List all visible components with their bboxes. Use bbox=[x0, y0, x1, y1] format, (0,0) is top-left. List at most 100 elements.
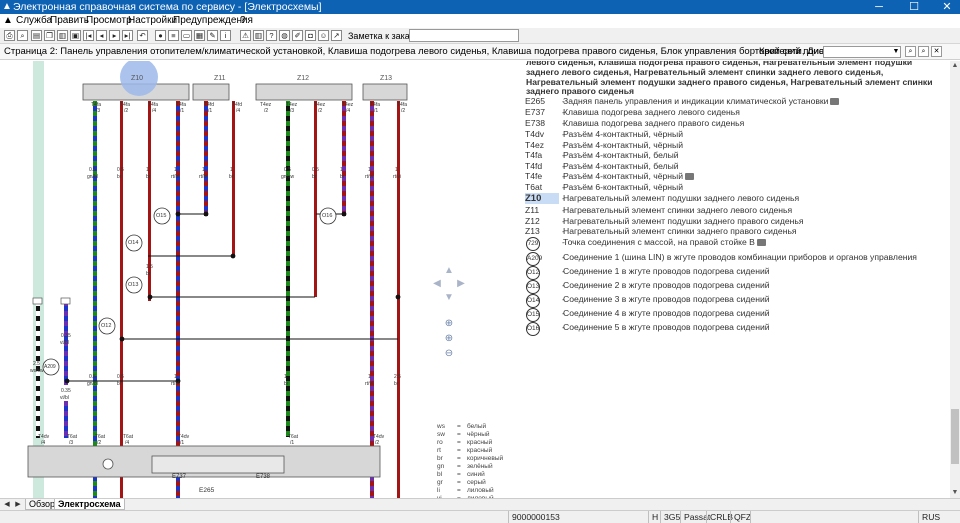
pan-up-icon[interactable]: ▲ bbox=[443, 265, 455, 277]
zoom-fit-icon[interactable]: ⊕ bbox=[443, 333, 455, 345]
wire-section: 1 bbox=[202, 167, 205, 173]
last-page-icon[interactable]: ▸| bbox=[122, 30, 133, 41]
legend-code: T4fe bbox=[525, 171, 543, 181]
wire-section: 0.35 bbox=[61, 333, 71, 339]
order-note-input[interactable] bbox=[409, 29, 519, 42]
connection-label-a209: A209 bbox=[44, 364, 56, 370]
wire-color: ws/sw bbox=[30, 368, 44, 374]
menu-view[interactable]: Просмотр bbox=[86, 14, 132, 28]
stop-icon[interactable]: ● bbox=[155, 30, 166, 41]
legend-desc: Соединение 3 в жгуте проводов подогрева … bbox=[563, 294, 770, 304]
tab-next-icon[interactable]: ▶ bbox=[13, 499, 23, 510]
legend-connection[interactable]: O15- Соединение 4 в жгуте проводов подогр… bbox=[525, 308, 945, 322]
pan-left-icon[interactable]: ◀ bbox=[431, 278, 443, 290]
menu-help[interactable]: ? bbox=[240, 14, 246, 28]
next-page-icon[interactable]: ▸ bbox=[109, 30, 120, 41]
connection-badge: A209 bbox=[526, 252, 542, 266]
bottom-pin-label: /4 bbox=[125, 440, 130, 446]
legend-code: E738 bbox=[525, 118, 546, 128]
wire-color: br bbox=[394, 381, 399, 387]
legend-item[interactable]: T6at - Разъём 6-контактный, чёрный bbox=[525, 182, 945, 193]
pan-down-icon[interactable]: ▼ bbox=[443, 292, 455, 304]
zoom-out-icon[interactable]: ⊖ bbox=[443, 348, 455, 360]
scroll-up-icon[interactable]: ▲ bbox=[950, 61, 960, 71]
camera-icon[interactable] bbox=[685, 173, 695, 181]
legend-code: T4fa bbox=[525, 150, 543, 160]
legend-item[interactable]: E265- Задняя панель управления и индикаци… bbox=[525, 96, 945, 107]
camera-icon[interactable] bbox=[756, 239, 766, 247]
legend-desc: Точка соединения с массой, на правой сто… bbox=[563, 237, 766, 248]
wire-section: 2.5 bbox=[33, 361, 40, 367]
legend-item[interactable]: T4fa - Разъём 4-контактный, белый bbox=[525, 150, 945, 161]
legend-desc: Соединение 2 в жгуте проводов подогрева … bbox=[563, 280, 770, 290]
menu-service[interactable]: Служба bbox=[16, 14, 52, 28]
arrow-icon[interactable]: ↗ bbox=[331, 30, 342, 41]
legend-item[interactable]: Z13- Нагревательный элемент спинки заднег… bbox=[525, 226, 945, 237]
wire-section: 2.5 bbox=[394, 374, 401, 380]
first-page-icon[interactable]: |◂ bbox=[83, 30, 94, 41]
maximize-button[interactable]: ☐ bbox=[903, 0, 925, 14]
grid-icon[interactable]: ▦ bbox=[194, 30, 205, 41]
help-icon[interactable]: ? bbox=[266, 30, 277, 41]
print-icon[interactable]: ⎙ bbox=[4, 30, 15, 41]
book-icon[interactable]: ▥ bbox=[57, 30, 68, 41]
legend-item[interactable]: T4fe - Разъём 4-контактный, чёрный bbox=[525, 171, 945, 182]
search-go-icon[interactable]: ⌕ bbox=[905, 46, 916, 57]
legend-connection[interactable]: A209- Соединение 1 (шина LIN) в жгуте про… bbox=[525, 252, 945, 266]
back-icon[interactable]: ↶ bbox=[137, 30, 148, 41]
wire-section: 1 bbox=[395, 167, 398, 173]
legend-connection[interactable]: O16- Соединение 5 в жгуте проводов подогр… bbox=[525, 322, 945, 336]
camera-icon[interactable] bbox=[830, 98, 840, 106]
camera-icon[interactable]: ◘ bbox=[305, 30, 316, 41]
wire-section: 1 bbox=[368, 167, 371, 173]
minimize-button[interactable]: ─ bbox=[868, 0, 890, 14]
tools-icon[interactable]: ✎ bbox=[207, 30, 218, 41]
car-icon[interactable]: ◍ bbox=[279, 30, 290, 41]
warning-icon[interactable]: ⚠ bbox=[240, 30, 251, 41]
legend-connection[interactable]: O14- Соединение 3 в жгуте проводов подогр… bbox=[525, 294, 945, 308]
brush-icon[interactable]: ✐ bbox=[292, 30, 303, 41]
search-icon[interactable]: ⌕ bbox=[17, 30, 28, 41]
wiring-diagram[interactable]: Z10 Z11 Z12 Z13 T4fa T4fa T4fa T4fa T4fd… bbox=[0, 61, 408, 498]
window-icon[interactable]: ▭ bbox=[181, 30, 192, 41]
menu-icon[interactable]: ▲ bbox=[3, 14, 13, 28]
app-icon: ▲ bbox=[2, 1, 12, 12]
wire-color: rt/vi bbox=[365, 381, 374, 387]
menu-edit[interactable]: Править bbox=[50, 14, 89, 28]
scroll-down-icon[interactable]: ▼ bbox=[950, 488, 960, 498]
legend-connection[interactable]: O12- Соединение 1 в жгуте проводов подогр… bbox=[525, 266, 945, 280]
menu-settings[interactable]: Настройки bbox=[128, 14, 177, 28]
legend-code: E737 bbox=[525, 107, 546, 117]
lock-icon[interactable]: ▥ bbox=[253, 30, 264, 41]
legend-connection[interactable]: 729- Точка соединения с массой, на правой… bbox=[525, 237, 945, 251]
color-name: коричневый bbox=[467, 455, 504, 462]
close-button[interactable]: ✕ bbox=[936, 0, 958, 14]
copy-icon[interactable]: ❐ bbox=[44, 30, 55, 41]
tab-wiring-diagram[interactable]: Электросхема bbox=[54, 499, 125, 510]
prev-page-icon[interactable]: ◂ bbox=[96, 30, 107, 41]
bottom-pin-label: /4 bbox=[41, 440, 46, 446]
status-gearbox: QFZ bbox=[730, 511, 751, 523]
tab-prev-icon[interactable]: ◀ bbox=[2, 499, 12, 510]
user-icon[interactable]: ☺ bbox=[318, 30, 329, 41]
legend-item[interactable]: T4dv - Разъём 4-контактный, чёрный bbox=[525, 129, 945, 140]
zoom-in-icon[interactable]: ⊕ bbox=[443, 318, 455, 330]
search-clear-icon[interactable]: ✕ bbox=[931, 46, 942, 57]
legend-item[interactable]: E738- Клавиша подогрева заднего правого с… bbox=[525, 118, 945, 129]
color-code: gr bbox=[437, 479, 443, 486]
scrollbar-thumb[interactable] bbox=[951, 409, 959, 464]
search-options-icon[interactable]: ⌕ bbox=[918, 46, 929, 57]
chevron-down-icon[interactable]: ▼ bbox=[891, 47, 901, 57]
pan-right-icon[interactable]: ▶ bbox=[455, 278, 467, 290]
vertical-scrollbar[interactable]: ▲ ▼ bbox=[950, 61, 960, 498]
legend-item[interactable]: Z11- Нагревательный элемент спинки заднег… bbox=[525, 205, 945, 216]
search-criteria-input[interactable] bbox=[823, 46, 901, 58]
legend-panel: левого сиденья, Клавиша подогрева правог… bbox=[520, 61, 948, 498]
document-icon[interactable]: ▤ bbox=[31, 30, 42, 41]
list-icon[interactable]: ≡ bbox=[168, 30, 179, 41]
save-icon[interactable]: ▣ bbox=[70, 30, 81, 41]
legend-item-selected[interactable]: Z10- Нагревательный элемент подушки задне… bbox=[525, 193, 945, 204]
legend-connection[interactable]: O13- Соединение 2 в жгуте проводов подогр… bbox=[525, 280, 945, 294]
legend-item[interactable]: E737- Клавиша подогрева заднего левого си… bbox=[525, 107, 945, 118]
info-icon[interactable]: i bbox=[220, 30, 231, 41]
